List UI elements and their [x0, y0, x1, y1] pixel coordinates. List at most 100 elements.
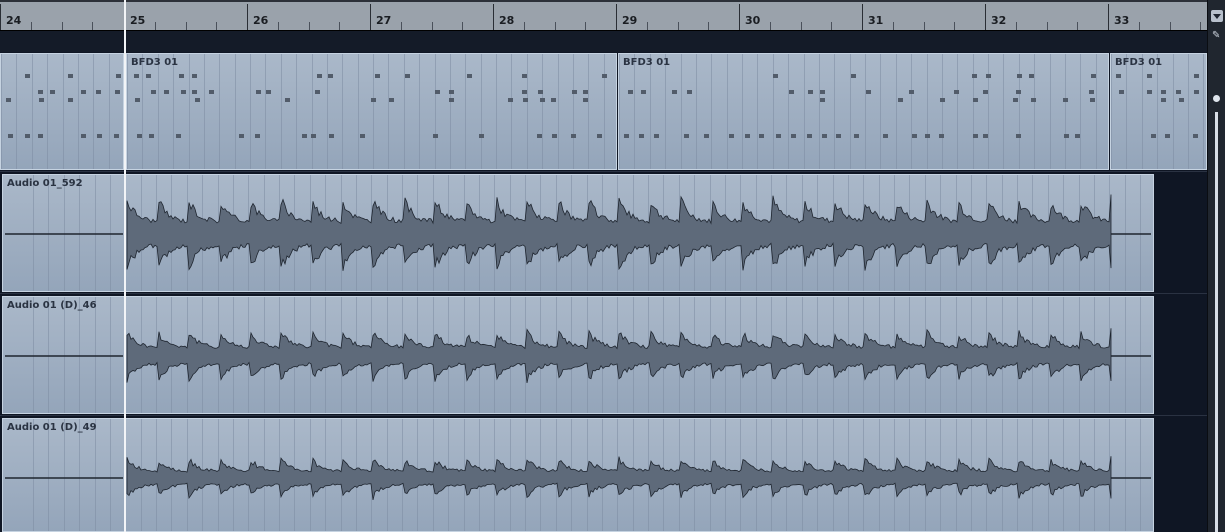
midi-note[interactable] [624, 134, 629, 138]
midi-note[interactable] [973, 134, 978, 138]
midi-note[interactable] [328, 74, 333, 78]
midi-note[interactable] [654, 134, 659, 138]
midi-note[interactable] [836, 134, 841, 138]
midi-note[interactable] [114, 134, 119, 138]
midi-note[interactable] [179, 74, 184, 78]
midi-note[interactable] [540, 98, 545, 102]
midi-note[interactable] [1013, 98, 1018, 102]
midi-note[interactable] [329, 134, 334, 138]
midi-note[interactable] [883, 134, 888, 138]
vertical-scrollbar[interactable]: ✎ [1207, 0, 1225, 532]
midi-note[interactable] [1017, 74, 1022, 78]
midi-note[interactable] [551, 98, 556, 102]
midi-note[interactable] [311, 134, 316, 138]
midi-note[interactable] [389, 98, 394, 102]
midi-note[interactable] [925, 134, 930, 138]
audio-event[interactable]: Audio 01 (D)_49 [2, 418, 1154, 532]
midi-note[interactable] [266, 90, 271, 94]
midi-note[interactable] [773, 74, 778, 78]
midi-note[interactable] [807, 134, 812, 138]
midi-note[interactable] [986, 74, 991, 78]
scroll-thumb[interactable] [1215, 112, 1218, 532]
midi-note[interactable] [983, 90, 988, 94]
midi-note[interactable] [285, 98, 290, 102]
midi-note[interactable] [552, 134, 557, 138]
midi-note[interactable] [522, 90, 527, 94]
midi-note[interactable] [164, 90, 169, 94]
midi-note[interactable] [405, 74, 410, 78]
midi-note[interactable] [912, 134, 917, 138]
midi-note[interactable] [1031, 98, 1036, 102]
midi-note[interactable] [115, 90, 120, 94]
midi-note[interactable] [116, 74, 121, 78]
midi-note[interactable] [571, 134, 576, 138]
midi-note[interactable] [684, 134, 689, 138]
midi-note[interactable] [1016, 90, 1021, 94]
midi-note[interactable] [315, 90, 320, 94]
midi-note[interactable] [602, 74, 607, 78]
midi-note[interactable] [8, 134, 13, 138]
midi-note[interactable] [81, 134, 86, 138]
midi-note[interactable] [523, 98, 528, 102]
midi-note[interactable] [954, 90, 959, 94]
midi-note[interactable] [1165, 134, 1170, 138]
midi-note[interactable] [209, 90, 214, 94]
midi-note[interactable] [983, 134, 988, 138]
midi-note[interactable] [25, 134, 30, 138]
midi-note[interactable] [96, 90, 101, 94]
midi-note[interactable] [776, 134, 781, 138]
midi-note[interactable] [583, 90, 588, 94]
midi-note[interactable] [317, 74, 322, 78]
midi-note[interactable] [302, 134, 307, 138]
midi-note[interactable] [149, 134, 154, 138]
midi-note[interactable] [704, 134, 709, 138]
midi-note[interactable] [195, 98, 200, 102]
midi-note[interactable] [729, 134, 734, 138]
midi-note[interactable] [1161, 98, 1166, 102]
midi-note[interactable] [522, 74, 527, 78]
midi-note[interactable] [973, 98, 978, 102]
midi-note[interactable] [135, 98, 140, 102]
midi-note[interactable] [909, 90, 914, 94]
midi-note[interactable] [360, 134, 365, 138]
midi-note[interactable] [239, 134, 244, 138]
midi-note[interactable] [808, 90, 813, 94]
midi-note[interactable] [256, 90, 261, 94]
midi-note[interactable] [1194, 74, 1199, 78]
midi-note[interactable] [939, 134, 944, 138]
midi-note[interactable] [435, 90, 440, 94]
midi-note[interactable] [479, 134, 484, 138]
midi-note[interactable] [597, 134, 602, 138]
midi-note[interactable] [851, 74, 856, 78]
midi-note[interactable] [583, 98, 588, 102]
midi-note[interactable] [745, 134, 750, 138]
midi-note[interactable] [628, 90, 633, 94]
midi-note[interactable] [50, 90, 55, 94]
midi-note[interactable] [134, 74, 139, 78]
midi-note[interactable] [38, 134, 43, 138]
midi-note[interactable] [1193, 134, 1198, 138]
project-cursor[interactable] [124, 0, 126, 532]
midi-note[interactable] [6, 98, 11, 102]
midi-note[interactable] [820, 90, 825, 94]
midi-note[interactable] [1116, 74, 1121, 78]
pencil-icon[interactable]: ✎ [1212, 30, 1220, 41]
scroll-position-dot[interactable] [1213, 95, 1220, 102]
midi-note[interactable] [433, 134, 438, 138]
midi-note[interactable] [1119, 90, 1124, 94]
midi-note[interactable] [687, 90, 692, 94]
midi-note[interactable] [1194, 90, 1199, 94]
midi-note[interactable] [641, 90, 646, 94]
chevron-down-icon[interactable] [1211, 10, 1223, 22]
midi-note[interactable] [820, 98, 825, 102]
midi-note[interactable] [137, 134, 142, 138]
bar-ruler[interactable]: 24 25 26 27 28 29 30 31 32 33 [0, 0, 1207, 32]
midi-note[interactable] [81, 90, 86, 94]
audio-event[interactable]: Audio 01_592 [2, 174, 1154, 292]
midi-note[interactable] [537, 134, 542, 138]
midi-note[interactable] [639, 134, 644, 138]
midi-note[interactable] [1029, 74, 1034, 78]
midi-note[interactable] [68, 74, 73, 78]
midi-part[interactable] [0, 53, 124, 170]
midi-note[interactable] [1090, 98, 1095, 102]
